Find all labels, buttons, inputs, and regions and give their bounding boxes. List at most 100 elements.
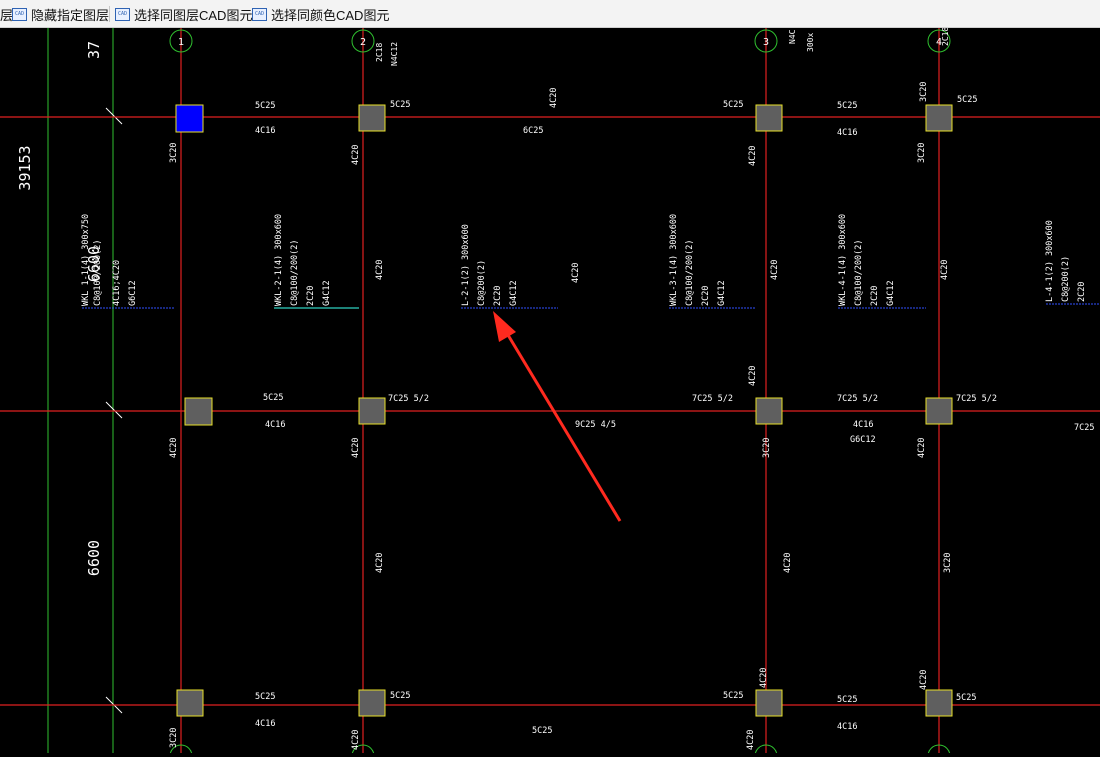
beam-label: C8@100/200(2) [685, 239, 695, 306]
beam-label: G6C12 [128, 280, 138, 306]
rebar-label: 4C20 [351, 145, 361, 165]
column[interactable] [358, 104, 386, 132]
column[interactable] [925, 397, 953, 425]
rebar-label: 4C20 [746, 730, 756, 750]
rebar-label: 4C16 [265, 420, 285, 430]
rebar-label: 7C25 5/2 [956, 394, 997, 404]
beam-annotation-wkl1[interactable]: WKL 1-1(4) 300x750 C8@100/200(2) 4C16;4C… [81, 214, 175, 309]
rebar-label: 4C20 [748, 146, 758, 166]
beam-label: C8@100/200(2) [290, 239, 300, 306]
rebar-label: 4C20 [375, 553, 385, 573]
column[interactable] [358, 397, 386, 425]
beam-label: WKL 1-1(4) 300x750 [81, 214, 91, 306]
beam-label: 4C16;4C20 [112, 260, 122, 306]
dimension-text: 6600 [85, 540, 103, 576]
dimension-text: 39153 [16, 145, 34, 190]
rebar-label: 5C25 [532, 726, 552, 736]
rebar-label: 4C20 [169, 438, 179, 458]
rebar-label: 3C20 [917, 143, 927, 163]
rebar-label: 5C25 [723, 691, 743, 701]
rebar-label: 3C20 [169, 728, 179, 748]
column[interactable] [755, 397, 783, 425]
rebar-label: 2C18 [941, 28, 950, 46]
axis-label: 3 [763, 37, 769, 48]
beam-label: G4C12 [322, 280, 332, 306]
beam-annotation-l2[interactable]: L-2-1(2) 300x600 C8@200(2) 2C20 G4C12 [461, 224, 558, 309]
rebar-label: 5C25 [723, 100, 743, 110]
column-selected[interactable] [175, 104, 204, 133]
cad-layer-icon: CAD [12, 7, 27, 21]
select-same-color-button[interactable]: CAD 选择同颜色CAD图元 [252, 3, 389, 25]
rebar-label: 5C25 [390, 691, 410, 701]
rebar-label: 7C25 5/2 [692, 394, 733, 404]
rebar-label: 4C20 [919, 670, 929, 690]
rebar-label: 4C20 [783, 553, 793, 573]
beam-label: WKL-3-1(4) 300x600 [669, 214, 679, 306]
cad-drawing-canvas[interactable]: 1 2 3 4 37 39153 6600 6600 2C18 N4C12 N4… [0, 27, 1100, 757]
dimension-text: 37 [85, 41, 103, 59]
beam-annotation-wkl2[interactable]: WKL-2-1(4) 300x600 C8@100/200(2) 2C20 G4… [274, 214, 359, 309]
cad-color-icon: CAD [252, 7, 267, 21]
rebar-label: 5C25 [255, 692, 275, 702]
column[interactable] [184, 397, 213, 426]
beam-label: 2C20 [870, 286, 880, 306]
annotation-arrow-icon [493, 311, 622, 522]
rebar-label: 5C25 [263, 393, 283, 403]
select-same-layer-label: 选择同图层CAD图元 [134, 7, 253, 23]
rebar-label: 4C20 [940, 260, 950, 280]
rebar-label: 4C20 [917, 438, 927, 458]
hide-layer-label: 隐藏指定图层 [31, 7, 110, 23]
column[interactable] [755, 689, 783, 717]
column[interactable] [176, 689, 204, 717]
rebar-label: 4C20 [351, 730, 361, 750]
rebar-label: 4C20 [571, 263, 581, 283]
rebar-label: 4C20 [770, 260, 780, 280]
select-same-layer-button[interactable]: CAD 选择同图层CAD图元 [115, 3, 252, 25]
hide-layer-button[interactable]: CAD 隐藏指定图层 [12, 3, 109, 25]
rebar-label: 5C25 [956, 693, 976, 703]
rebar-label: 3C20 [169, 143, 179, 163]
rebar-label: 4C20 [351, 438, 361, 458]
rebar-label: G6C12 [850, 435, 876, 445]
rebar-label: 4C20 [759, 668, 769, 688]
beam-label: C8@200(2) [1061, 256, 1071, 302]
rebar-label: 4C16 [837, 722, 857, 732]
beam-label: C8@100/200(2) [854, 239, 864, 306]
column[interactable] [925, 104, 953, 132]
column[interactable] [755, 104, 783, 132]
beam-annotation-wkl4[interactable]: WKL-4-1(4) 300x600 C8@100/200(2) 2C20 G4… [838, 214, 926, 309]
rebar-label: 7C25 5/2 [388, 394, 429, 404]
rebar-label: N4C12 [390, 42, 399, 66]
column[interactable] [925, 689, 953, 717]
beam-label: L-4-1(2) 300x600 [1045, 220, 1055, 302]
beam-label: 2C20 [1077, 282, 1087, 302]
rebar-label: 300x [806, 33, 815, 52]
rebar-label: 3C20 [762, 438, 772, 458]
dimension-tick [105, 107, 123, 125]
rebar-label: N4C [788, 29, 797, 44]
rebar-label: 7C25 5/2 [837, 394, 878, 404]
cad-select-icon: CAD [115, 7, 130, 21]
rebar-label: 4C20 [375, 260, 385, 280]
column[interactable] [358, 689, 386, 717]
rebar-label: 5C25 [390, 100, 410, 110]
beam-label: L-2-1(2) 300x600 [461, 224, 471, 306]
dimension-tick [105, 401, 123, 419]
beam-label: G4C12 [509, 280, 519, 306]
toolbar-separator [109, 6, 110, 22]
beam-label: G4C12 [886, 280, 896, 306]
beam-annotation-wkl3[interactable]: WKL-3-1(4) 300x600 C8@100/200(2) 2C20 G4… [669, 214, 755, 309]
beam-label: C8@100/200(2) [93, 239, 103, 306]
beam-label: WKL-2-1(4) 300x600 [274, 214, 284, 306]
beam-label: C8@200(2) [477, 260, 487, 306]
beam-annotation-l4[interactable]: L-4-1(2) 300x600 C8@200(2) 2C20 [1045, 220, 1100, 305]
rebar-label: 4C20 [748, 366, 758, 386]
rebar-label: 5C25 [837, 101, 857, 111]
cad-drawing[interactable]: 1 2 3 4 37 39153 6600 6600 2C18 N4C12 N4… [0, 27, 1100, 757]
rebar-label: 3C20 [943, 553, 953, 573]
rebar-label: 5C25 [255, 101, 275, 111]
rebar-label: 9C25 4/5 [575, 420, 616, 430]
beam-label: G4C12 [717, 280, 727, 306]
rebar-label: 5C25 [837, 695, 857, 705]
toolbar: 层 CAD 隐藏指定图层 CAD 选择同图层CAD图元 CAD 选择同颜色CAD… [0, 0, 1100, 28]
